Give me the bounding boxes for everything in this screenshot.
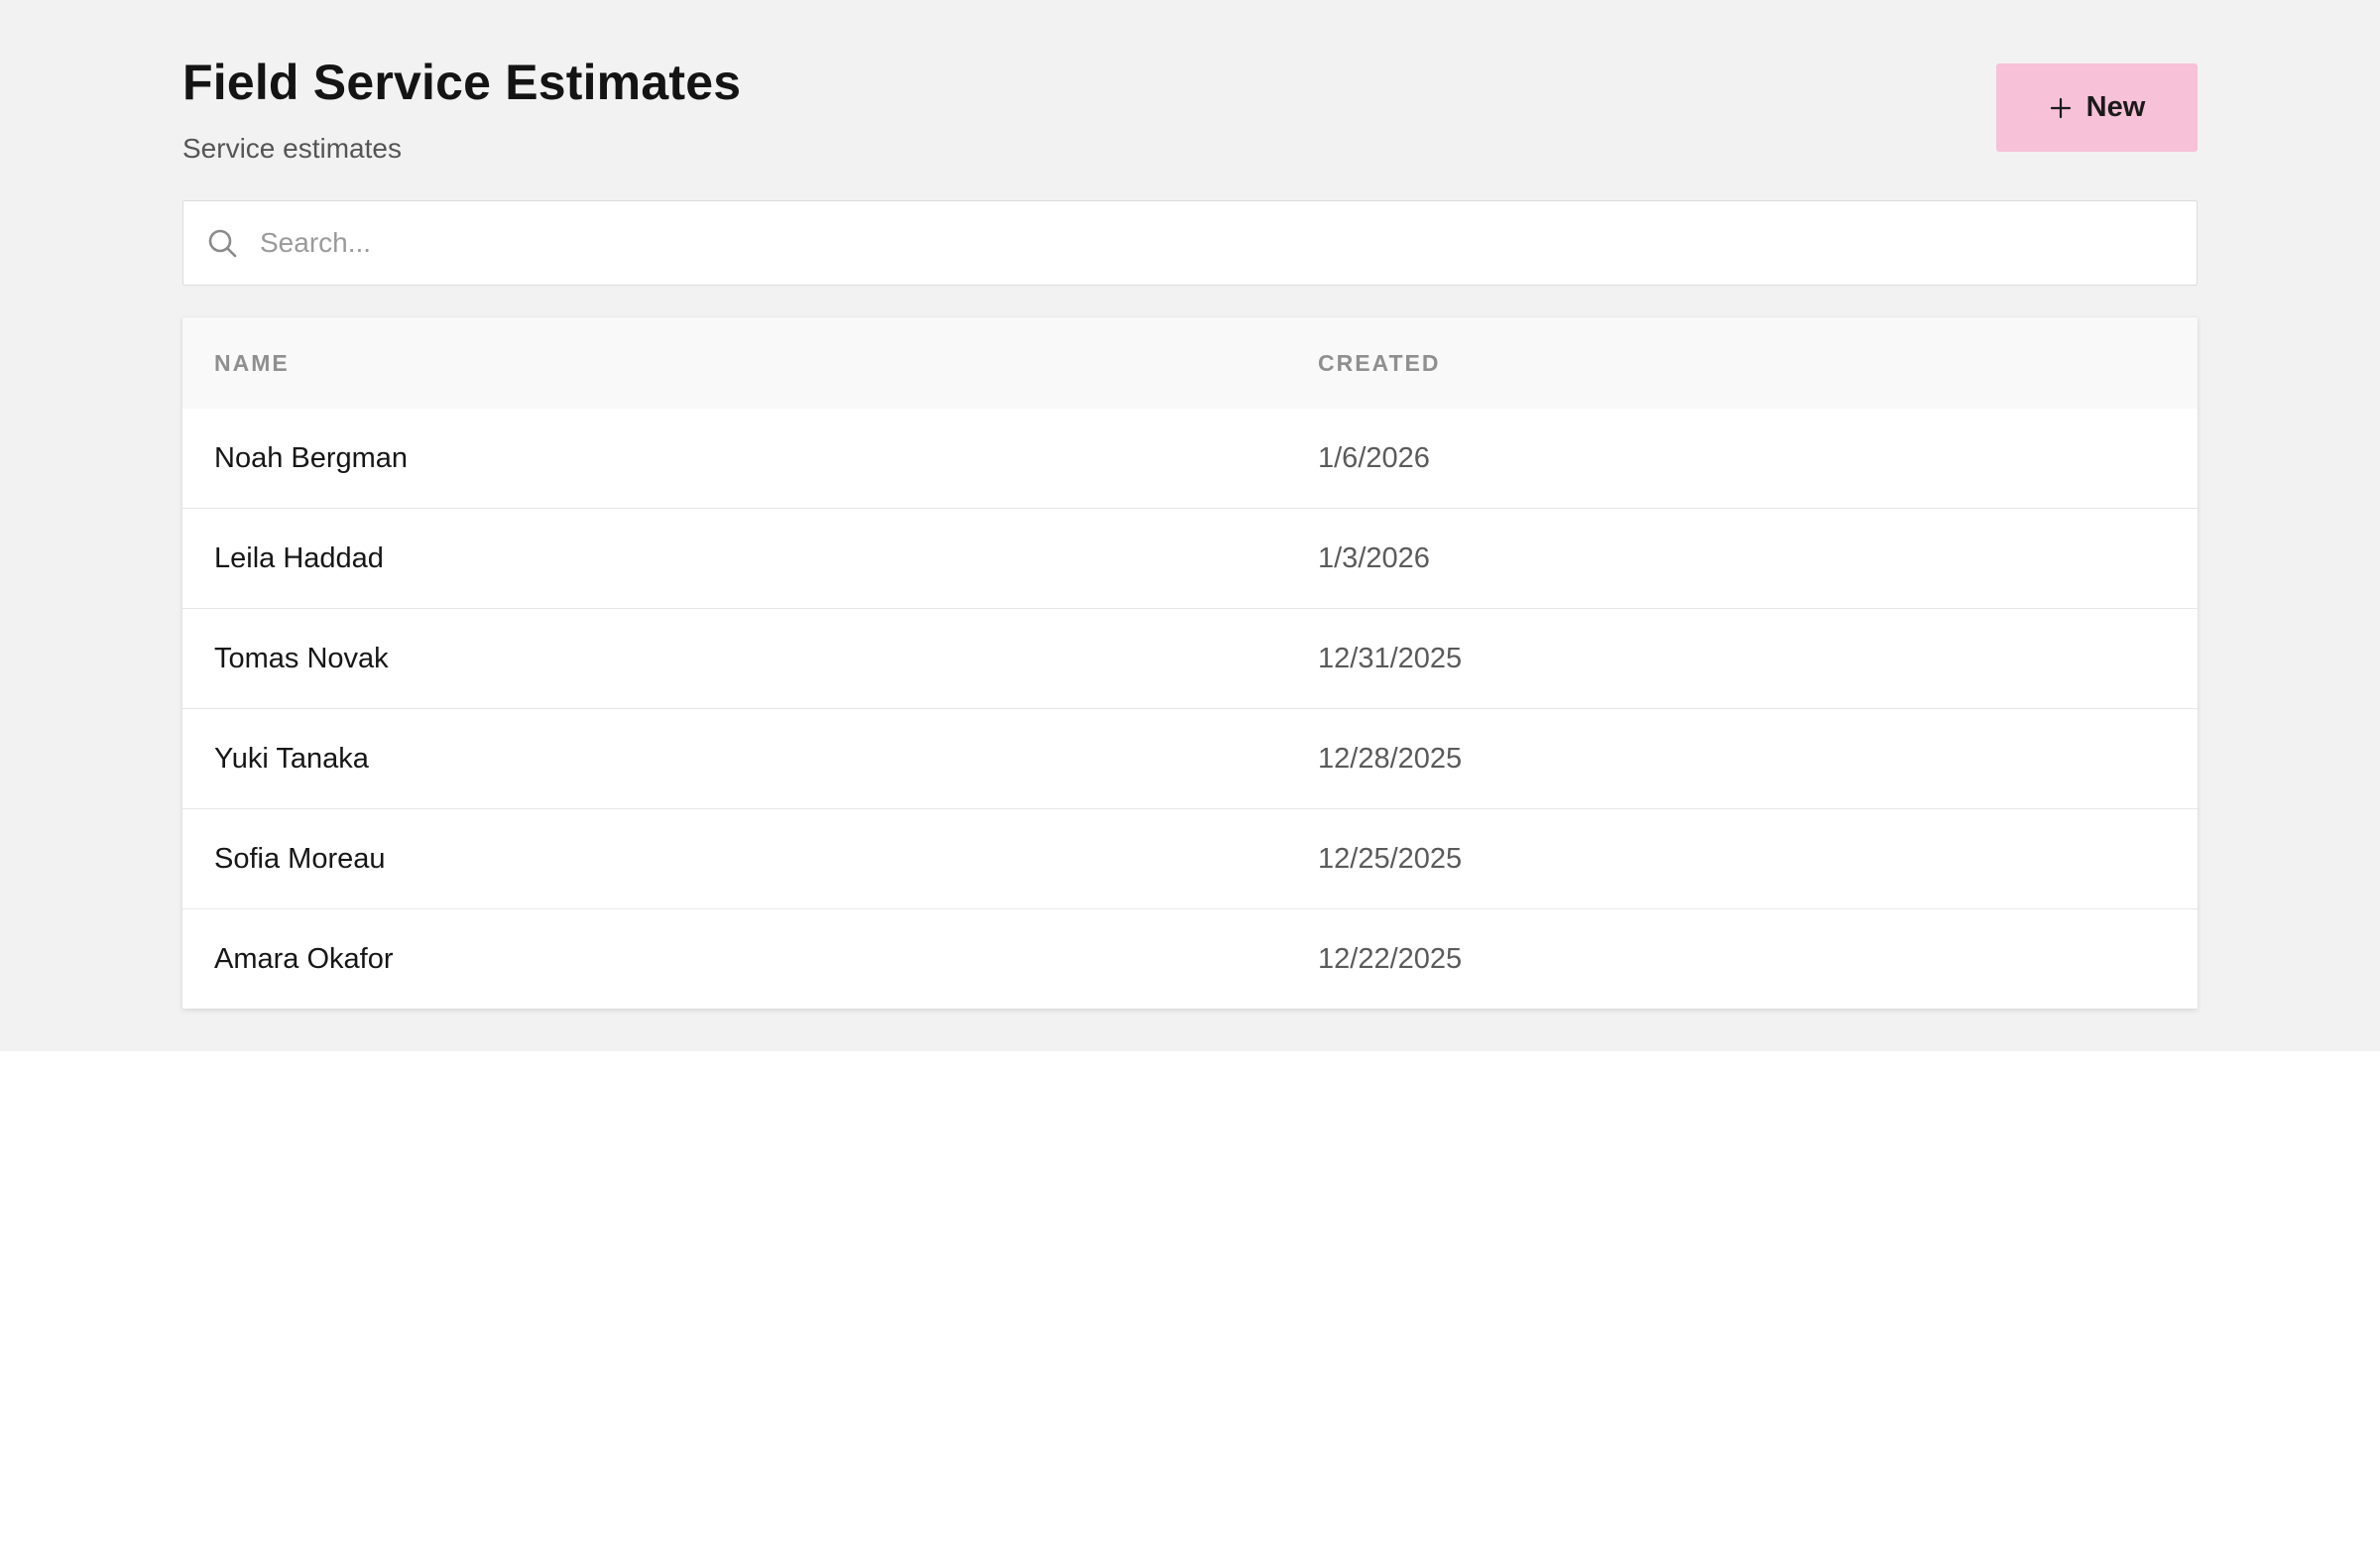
page-title: Field Service Estimates [182,55,742,110]
column-header-created[interactable]: CREATED [1318,317,1440,409]
search-box[interactable] [182,200,2198,286]
row-name: Yuki Tanaka [214,743,369,775]
table-row[interactable]: Yuki Tanaka 12/28/2025 [182,708,2198,808]
row-name: Noah Bergman [214,442,409,474]
estimates-table: NAME CREATED Noah Bergman 1/6/2026 Leila… [182,317,2198,1009]
row-created-date: 12/22/2025 [1318,943,1463,975]
search-icon [208,229,237,258]
row-created-date: 12/25/2025 [1318,843,1463,875]
table-row[interactable]: Sofia Moreau 12/25/2025 [182,808,2198,908]
row-name: Leila Haddad [214,542,384,574]
plus-icon [2050,97,2071,118]
table-row[interactable]: Noah Bergman 1/6/2026 [182,409,2198,508]
table-header: NAME CREATED [182,317,2198,409]
table-row[interactable]: Amara Okafor 12/22/2025 [182,908,2198,1009]
search-input[interactable] [260,201,2174,285]
row-created-date: 1/6/2026 [1318,442,1430,474]
row-created-date: 12/28/2025 [1318,743,1463,775]
row-name: Sofia Moreau [214,843,386,875]
row-name: Tomas Novak [214,643,389,674]
page-subtitle: Service estimates [182,133,402,164]
table-body: Noah Bergman 1/6/2026 Leila Haddad 1/3/2… [182,409,2198,1009]
row-created-date: 12/31/2025 [1318,643,1463,674]
table-row[interactable]: Tomas Novak 12/31/2025 [182,608,2198,708]
table-row[interactable]: Leila Haddad 1/3/2026 [182,508,2198,608]
column-header-name[interactable]: NAME [214,317,290,409]
new-button[interactable]: New [1996,63,2198,152]
new-button-label: New [2085,91,2146,123]
page-background: Field Service Estimates Service estimate… [0,0,2380,1051]
row-name: Amara Okafor [214,943,394,975]
row-created-date: 1/3/2026 [1318,542,1430,574]
